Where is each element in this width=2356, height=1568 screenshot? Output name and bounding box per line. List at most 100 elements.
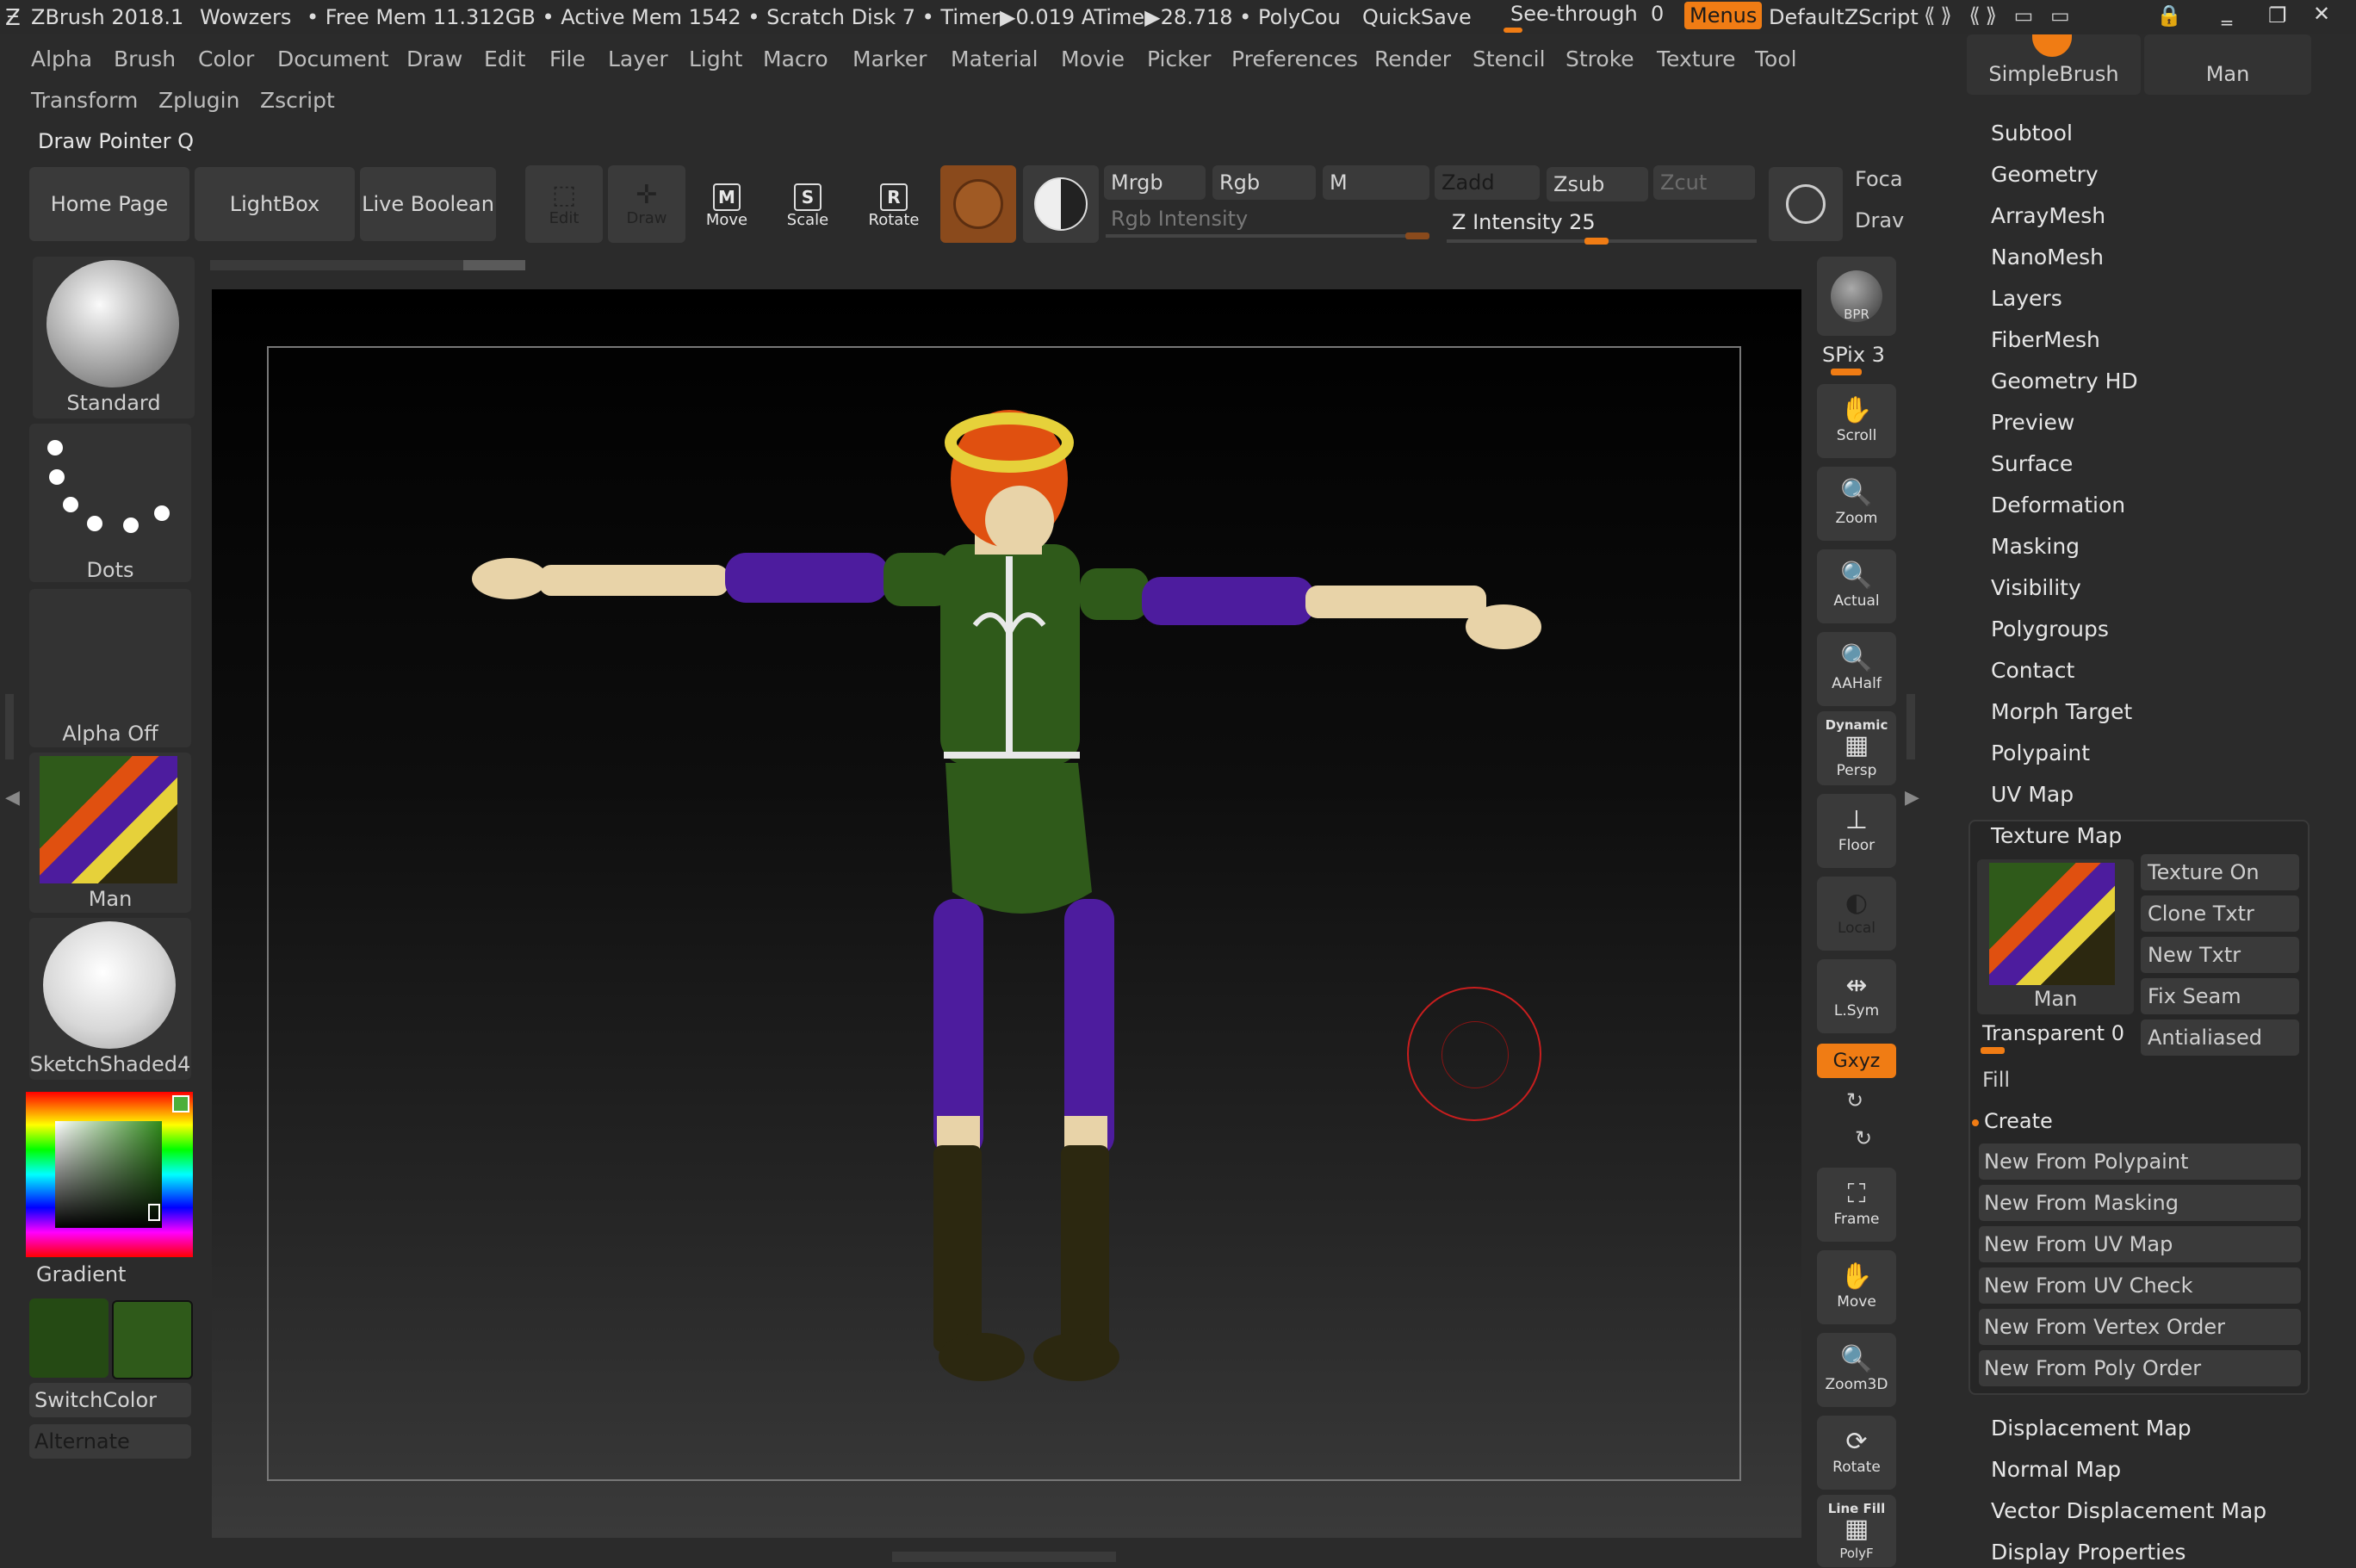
draw-size-slider[interactable]: Drav [1855,208,1904,232]
layers-menu[interactable]: Layers [1991,286,2062,311]
geometry-hd-menu[interactable]: Geometry HD [1991,369,2138,394]
zadd-button[interactable]: Zadd [1435,165,1540,200]
quicksave-button[interactable]: QuickSave [1362,5,1472,29]
home-page-button[interactable]: Home Page [29,167,189,241]
move-button[interactable]: M Move [694,169,760,243]
texture-map-thumb[interactable]: Man [1977,859,2134,1014]
aahalf-button[interactable]: 🔍 AAHalf [1817,632,1896,706]
symmetry-settings-button[interactable] [1769,167,1843,241]
fill-subpalette[interactable]: Fill [1982,1068,2010,1092]
menu-macro[interactable]: Macro [763,46,828,71]
seethrough-slider-handle[interactable] [1504,28,1522,33]
menu-marker[interactable]: Marker [852,46,927,71]
normal-map-menu[interactable]: Normal Map [1991,1457,2121,1482]
texture-map-title[interactable]: Texture Map [1991,823,2122,848]
rotate-z-icon[interactable]: ↻ [1855,1126,1872,1150]
zsub-button[interactable]: Zsub [1547,167,1648,201]
new-from-polypaint-button[interactable]: New From Polypaint [1979,1143,2301,1180]
menu-stroke[interactable]: Stroke [1566,46,1634,71]
m-button[interactable]: M [1323,165,1429,200]
scrollbar-thumb[interactable] [463,260,525,270]
vector-displacement-map-menu[interactable]: Vector Displacement Map [1991,1498,2266,1523]
menu-zscript[interactable]: Zscript [260,88,335,113]
displacement-map-menu[interactable]: Displacement Map [1991,1416,2192,1441]
fibermesh-menu[interactable]: FiberMesh [1991,327,2100,352]
deformation-menu[interactable]: Deformation [1991,493,2125,518]
focal-shift-slider[interactable]: Foca [1855,167,1903,191]
display-properties-menu[interactable]: Display Properties [1991,1540,2186,1565]
close-icon[interactable]: ✕ [2313,2,2330,26]
seethrough-slider[interactable]: See-through 0 [1510,2,1664,26]
draw-button[interactable]: ✛ Draw [608,165,685,243]
menu-movie[interactable]: Movie [1061,46,1125,71]
actual-button[interactable]: 🔍 Actual [1817,549,1896,623]
menus-toggle[interactable]: Menus [1684,2,1763,29]
character-model[interactable] [212,289,1801,1538]
brush-mode-button[interactable] [1023,165,1099,243]
rotate-view-button[interactable]: ⟳ Rotate [1817,1416,1896,1490]
new-from-uv-check-button[interactable]: New From UV Check [1979,1267,2301,1304]
horizontal-scrollbar[interactable] [210,260,525,270]
man-tool-thumb[interactable]: Man [2144,34,2311,95]
frame-button[interactable]: ⛶ Frame [1817,1168,1896,1242]
gradient-toggle[interactable]: Gradient [36,1262,126,1286]
menu-alpha[interactable]: Alpha [31,46,92,71]
material-slot[interactable]: SketchShaded4 [29,918,191,1080]
simplebrush-thumb[interactable]: SimpleBrush [1967,34,2141,95]
bottom-collapse-handle[interactable] [892,1552,1116,1562]
polygroups-menu[interactable]: Polygroups [1991,617,2109,641]
menu-draw[interactable]: Draw [406,46,462,71]
alpha-slot[interactable]: Alpha Off [29,589,191,747]
spix-slider[interactable]: SPix 3 [1822,343,1885,367]
menu-texture[interactable]: Texture [1657,46,1736,71]
mrgb-button[interactable]: Mrgb [1104,165,1206,200]
edit-button[interactable]: ⬚ Edit [525,165,603,243]
preview-menu[interactable]: Preview [1991,410,2074,435]
left-collapse-handle[interactable] [5,694,14,759]
clone-txtr-button[interactable]: Clone Txtr [2141,896,2299,932]
uv-map-menu[interactable]: UV Map [1991,782,2074,807]
scroll-button[interactable]: ✋ Scroll [1817,384,1896,458]
left-arrow-icon[interactable]: ◀ [5,787,20,809]
masking-menu[interactable]: Masking [1991,534,2080,559]
new-from-uv-map-button[interactable]: New From UV Map [1979,1226,2301,1262]
new-from-masking-button[interactable]: New From Masking [1979,1185,2301,1221]
menu-preferences[interactable]: Preferences [1231,46,1358,71]
right-arrow-icon[interactable]: ▶ [1905,787,1919,809]
new-txtr-button[interactable]: New Txtr [2141,937,2299,973]
zoom3d-button[interactable]: 🔍 Zoom3D [1817,1333,1896,1407]
subtool-menu[interactable]: Subtool [1991,121,2073,146]
primary-color-swatch[interactable] [112,1300,193,1379]
lock-icon[interactable]: 🔒 [2156,3,2182,28]
new-from-vertex-order-button[interactable]: New From Vertex Order [1979,1309,2301,1345]
minimize-icon[interactable]: ‗ [2222,2,2232,26]
lsym-button[interactable]: ⇹ L.Sym [1817,959,1896,1033]
live-boolean-button[interactable]: Live Boolean [360,167,496,241]
rotate-button[interactable]: R Rotate [861,169,927,243]
rgb-intensity-handle[interactable] [1405,232,1429,239]
menu-tool[interactable]: Tool [1755,46,1797,71]
local-button[interactable]: ◐ Local [1817,877,1896,951]
restore-icon[interactable]: ❐ [2268,3,2287,28]
menu-material[interactable]: Material [951,46,1038,71]
material-swatch-button[interactable] [940,165,1016,243]
color-picker[interactable] [26,1092,193,1257]
menu-document[interactable]: Document [277,46,389,71]
menu-edit[interactable]: Edit [484,46,525,71]
menu-file[interactable]: File [549,46,586,71]
menu-picker[interactable]: Picker [1147,46,1211,71]
bpr-button[interactable]: BPR [1817,257,1896,336]
stroke-slot[interactable]: Dots [29,424,191,582]
geometry-menu[interactable]: Geometry [1991,162,2099,187]
color-picker-square[interactable] [55,1121,162,1228]
z-intensity-handle[interactable] [1584,238,1609,245]
z-intensity-slider[interactable]: Z Intensity 25 [1452,210,1596,234]
fix-seam-button[interactable]: Fix Seam [2141,978,2299,1014]
create-subpalette[interactable]: Create [1984,1109,2053,1133]
menu-stencil[interactable]: Stencil [1472,46,1546,71]
switchcolor-button[interactable]: SwitchColor [29,1383,191,1417]
lightbox-button[interactable]: LightBox [195,167,355,241]
layout-icons[interactable]: ⟪⟫ ⟪⟫ ▭ ▭ [1924,3,2075,28]
color-picker-marker[interactable] [148,1204,160,1221]
secondary-color-swatch[interactable] [29,1298,108,1378]
